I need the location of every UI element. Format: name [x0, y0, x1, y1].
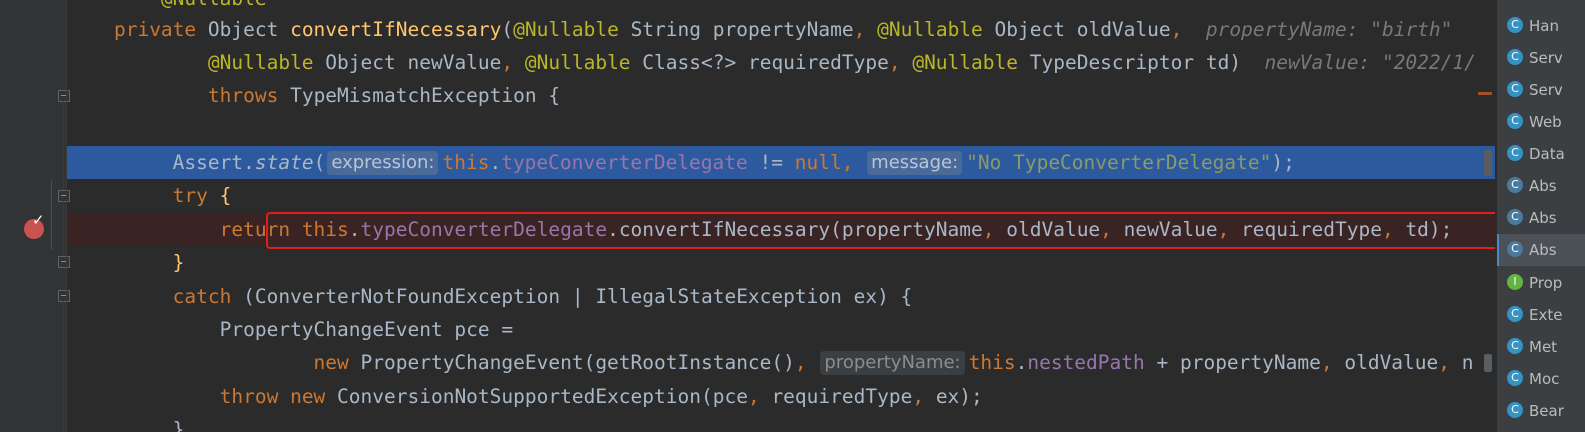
class-icon: C	[1507, 370, 1523, 386]
parameter-hint: propertyName:	[820, 351, 965, 375]
fold-guide	[63, 201, 64, 256]
highlight-box	[266, 212, 1495, 249]
breakpoint-icon[interactable]	[24, 211, 45, 239]
code-line: @Nullable Object newValue, @Nullable Cla…	[207, 51, 1476, 74]
structure-item[interactable]: C Bear	[1497, 395, 1585, 427]
code-line: throws TypeMismatchException {	[207, 84, 561, 107]
abstract-class-icon: C	[1507, 241, 1523, 257]
code-editor[interactable]: @Nullable private Object convertIfNecess…	[67, 0, 1495, 432]
class-icon: C	[1507, 306, 1523, 322]
current-execution-line: Assert.state(expression: this.typeConvert…	[67, 146, 1495, 179]
structure-item[interactable]: C Han	[1497, 10, 1585, 42]
parameter-hint: expression:	[327, 151, 439, 175]
structure-item[interactable]: C Moc	[1497, 363, 1585, 395]
editor-scrollbar[interactable]	[1476, 0, 1496, 432]
editor-gutter[interactable]	[0, 0, 70, 432]
class-icon: C	[1507, 145, 1523, 161]
structure-item-active[interactable]: C Abs	[1497, 234, 1585, 266]
class-icon: C	[1507, 113, 1523, 129]
code-line: private Object convertIfNecessary(@Nulla…	[113, 18, 1453, 41]
code-line: throw new ConversionNotSupportedExceptio…	[219, 385, 983, 408]
structure-item[interactable]: C Serv	[1497, 74, 1585, 106]
abstract-class-icon: C	[1507, 177, 1523, 193]
structure-item[interactable]: C Abs	[1497, 202, 1585, 234]
code-line: try {	[172, 184, 232, 207]
structure-item[interactable]: C Web	[1497, 106, 1585, 138]
abstract-class-icon: C	[1507, 209, 1523, 225]
change-marker	[51, 180, 52, 250]
class-icon: C	[1507, 402, 1523, 418]
code-line: new PropertyChangeEvent(getRootInstance(…	[313, 351, 1474, 375]
code-line: }	[172, 418, 185, 432]
structure-item[interactable]: C Serv	[1497, 42, 1585, 74]
code-line: PropertyChangeEvent pce =	[219, 318, 514, 341]
debug-value-hint: propertyName: "birth"	[1182, 18, 1453, 41]
structure-item[interactable]: C Data	[1497, 138, 1585, 170]
class-icon: C	[1507, 338, 1523, 354]
structure-item[interactable]: C Abs	[1497, 170, 1585, 202]
warning-marker[interactable]	[1478, 92, 1492, 95]
code-line: catch (ConverterNotFoundException | Ille…	[172, 285, 913, 308]
class-icon: C	[1507, 49, 1523, 65]
structure-item[interactable]: I Prop	[1497, 267, 1585, 299]
code-line: }	[172, 251, 185, 274]
method-name: convertIfNecessary	[290, 18, 502, 41]
class-icon: C	[1507, 17, 1523, 33]
scrollbar-thumb[interactable]	[1484, 150, 1492, 176]
debug-value-hint: newValue: "2022/1/	[1241, 51, 1476, 74]
fold-guide	[63, 101, 64, 190]
fold-guide	[63, 301, 64, 432]
interface-icon: I	[1507, 274, 1523, 290]
class-icon: C	[1507, 81, 1523, 97]
parameter-hint: message:	[867, 151, 963, 175]
scrollbar-thumb[interactable]	[1484, 354, 1492, 372]
structure-item[interactable]: C Met	[1497, 331, 1585, 363]
structure-item[interactable]: C Exte	[1497, 299, 1585, 331]
structure-panel[interactable]: C Han C Serv C Serv C Web C Data C Abs C Abs CA…	[1496, 0, 1585, 432]
